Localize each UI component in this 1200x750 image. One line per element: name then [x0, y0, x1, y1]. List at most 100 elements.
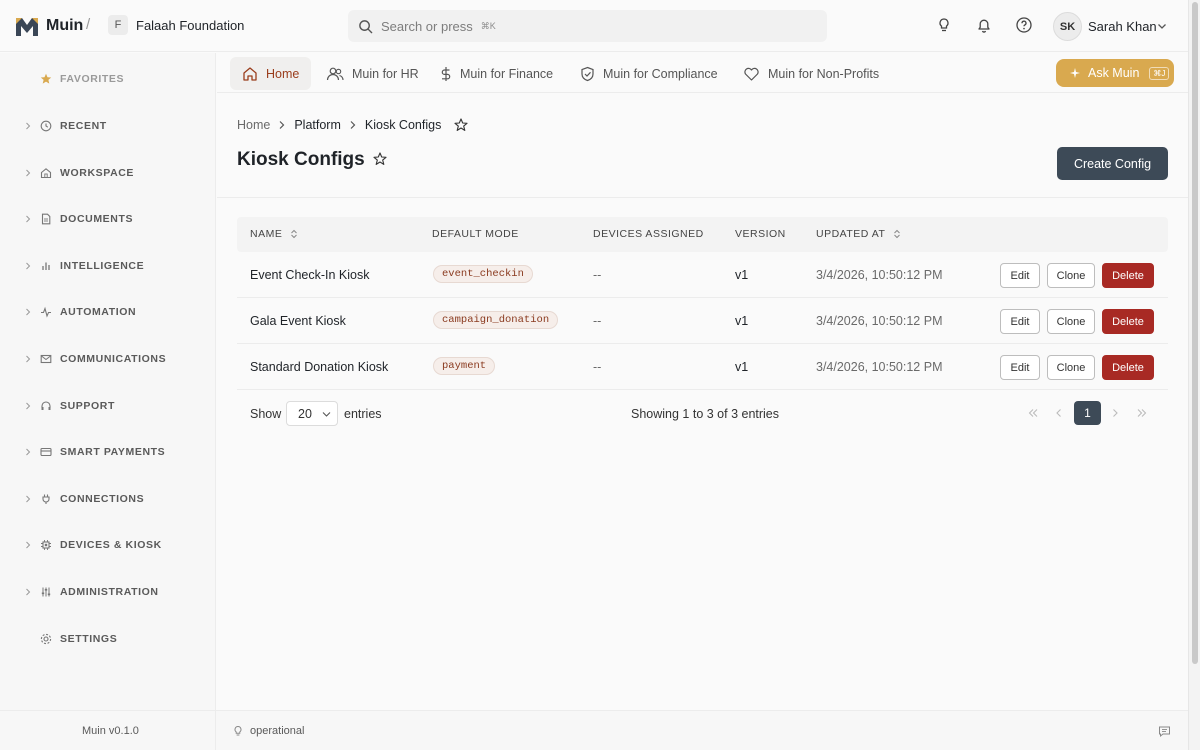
sidebar-item-connections[interactable]: CONNECTIONS [0, 487, 216, 511]
chevron-down-icon[interactable] [1156, 20, 1168, 32]
updated-at: 3/4/2026, 10:50:12 PM [816, 360, 943, 374]
ask-muin-shortcut: ⌘J [1149, 66, 1170, 80]
activity-icon [41, 306, 51, 318]
config-version: v1 [735, 314, 749, 328]
avatar[interactable]: SK [1053, 12, 1082, 41]
table-header: NAME DEFAULT MODE DEVICES ASSIGNED VERSI… [237, 217, 1168, 252]
edit-button[interactable]: Edit [1000, 355, 1040, 380]
create-config-button[interactable]: Create Config [1057, 147, 1168, 180]
column-header-version: VERSION [735, 228, 786, 240]
page-button-current[interactable]: 1 [1074, 401, 1101, 425]
config-name: Standard Donation Kiosk [250, 360, 389, 374]
sidebar-item-label: SETTINGS [60, 633, 118, 645]
mode-badge: payment [433, 357, 496, 375]
chevron-right-icon[interactable] [25, 494, 31, 504]
chevrons-left-icon [1028, 409, 1038, 417]
sidebar-item-favorites[interactable]: FAVORITES [0, 67, 216, 91]
chat-icon[interactable] [1158, 725, 1171, 738]
column-label: VERSION [735, 228, 786, 240]
show-label: Show [250, 407, 282, 421]
user-name[interactable]: Sarah Khan [1088, 19, 1157, 34]
shield-icon [581, 66, 594, 81]
sidebar-item-label: WORKSPACE [60, 167, 135, 179]
last-page-button[interactable] [1132, 401, 1152, 425]
chevron-right-icon[interactable] [25, 214, 31, 224]
sidebar-item-label: SUPPORT [60, 400, 115, 412]
chevron-right-icon[interactable] [25, 307, 31, 317]
scrollbar-thumb[interactable] [1192, 2, 1198, 664]
search-input[interactable]: Search or press ⌘K [348, 10, 827, 42]
sidebar-item-automation[interactable]: AUTOMATION [0, 300, 216, 324]
star-icon[interactable] [454, 118, 468, 132]
clock-icon [40, 120, 52, 132]
sidebar-item-label: FAVORITES [60, 73, 125, 85]
chevron-right-icon[interactable] [25, 401, 31, 411]
page-size-select[interactable]: 20 [286, 401, 338, 426]
chevron-right-icon[interactable] [25, 354, 31, 364]
sidebar-item-label: AUTOMATION [60, 306, 137, 318]
headset-icon [41, 401, 51, 410]
sidebar-item-documents[interactable]: DOCUMENTS [0, 207, 216, 231]
column-label: DEVICES ASSIGNED [593, 228, 704, 240]
heart-icon [744, 67, 759, 81]
chevron-right-icon[interactable] [25, 261, 31, 271]
breadcrumb-platform[interactable]: Platform [294, 118, 341, 132]
chevron-right-icon[interactable] [25, 587, 31, 597]
bell-icon[interactable] [975, 16, 993, 34]
edit-button[interactable]: Edit [1000, 309, 1040, 334]
org-name: Falaah Foundation [136, 17, 245, 33]
sidebar-item-label: ADMINISTRATION [60, 586, 159, 598]
column-header-name[interactable]: NAME [250, 228, 298, 240]
chevron-right-icon[interactable] [25, 121, 31, 131]
sidebar-item-recent[interactable]: RECENT [0, 114, 216, 138]
chevron-right-icon[interactable] [25, 168, 31, 178]
column-header-updated[interactable]: UPDATED AT [816, 228, 901, 240]
edit-button[interactable]: Edit [1000, 263, 1040, 288]
tab-label: Muin for Compliance [603, 66, 718, 81]
column-header-mode: DEFAULT MODE [432, 228, 519, 240]
plug-icon [42, 494, 50, 504]
sidebar-item-smart-payments[interactable]: SMART PAYMENTS [0, 440, 216, 464]
sidebar-item-intelligence[interactable]: INTELLIGENCE [0, 254, 216, 278]
sidebar-item-devices-and-kiosk[interactable]: DEVICES & KIOSK [0, 533, 216, 557]
delete-button[interactable]: Delete [1102, 263, 1154, 288]
org-switcher[interactable]: F Falaah Foundation [108, 15, 244, 35]
help-icon[interactable] [1015, 16, 1033, 34]
first-page-button[interactable] [1023, 401, 1043, 425]
chevron-right-icon[interactable] [25, 447, 31, 457]
tab-non-profits[interactable]: Muin for Non-Profits [731, 57, 891, 90]
page-size-value: 20 [298, 406, 312, 421]
ask-muin-button[interactable]: Ask Muin ⌘J [1056, 59, 1174, 87]
sidebar-item-administration[interactable]: ADMINISTRATION [0, 580, 216, 604]
muin-logo-icon [16, 18, 38, 36]
sidebar-item-support[interactable]: SUPPORT [0, 394, 216, 418]
app-logo[interactable]: Muin [14, 14, 83, 38]
tab-finance[interactable]: Muin for Finance [428, 57, 565, 90]
sidebar-item-settings[interactable]: SETTINGS [0, 627, 216, 651]
prev-page-button[interactable] [1049, 401, 1069, 425]
star-icon[interactable] [373, 152, 387, 166]
config-version: v1 [735, 268, 749, 282]
home-icon [40, 168, 52, 179]
tab-home[interactable]: Home [230, 57, 312, 90]
credit-card-icon [40, 447, 52, 457]
chevron-right-icon[interactable] [25, 540, 31, 550]
org-separator: / [86, 16, 91, 33]
delete-button[interactable]: Delete [1102, 309, 1154, 334]
sidebar: FAVORITES RECENT WORKSPACE DOCUMENTS INTELL… [0, 53, 216, 710]
next-page-button[interactable] [1105, 401, 1125, 425]
gear-icon [40, 633, 52, 645]
clone-button[interactable]: Clone [1047, 309, 1095, 334]
ask-muin-label: Ask Muin [1088, 66, 1140, 80]
page-scrollbar[interactable] [1188, 0, 1200, 750]
lightbulb-icon[interactable] [935, 16, 953, 34]
clone-button[interactable]: Clone [1047, 355, 1095, 380]
chevron-left-icon [1056, 409, 1061, 417]
sidebar-item-communications[interactable]: COMMUNICATIONS [0, 347, 216, 371]
tab-hr[interactable]: Muin for HR [314, 57, 431, 90]
tab-compliance[interactable]: Muin for Compliance [568, 57, 730, 90]
breadcrumb-home[interactable]: Home [237, 118, 270, 132]
delete-button[interactable]: Delete [1102, 355, 1154, 380]
sidebar-item-workspace[interactable]: WORKSPACE [0, 161, 216, 185]
clone-button[interactable]: Clone [1047, 263, 1095, 288]
